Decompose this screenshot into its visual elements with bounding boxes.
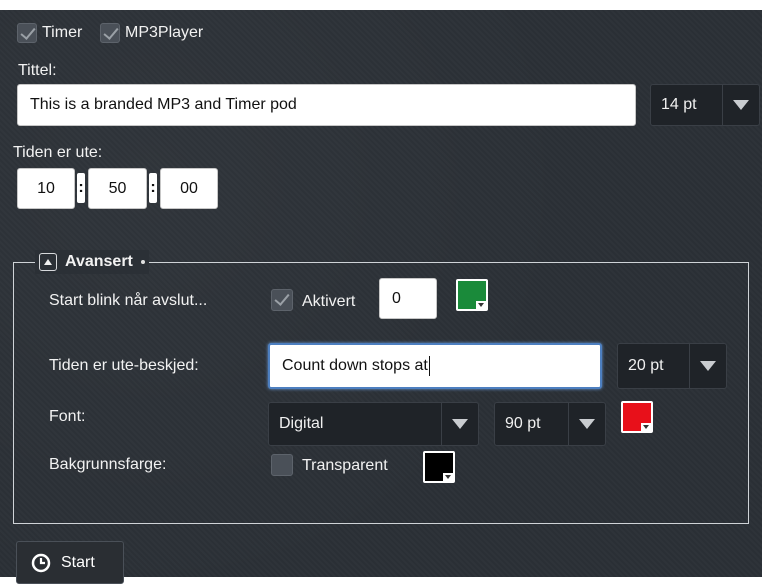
mp3player-label: MP3Player: [125, 24, 204, 41]
title-size-value: 14 pt: [661, 96, 697, 113]
time-label: Tiden er ute:: [13, 144, 103, 161]
clock-icon: [31, 553, 51, 572]
message-input[interactable]: Count down stops at: [268, 343, 602, 389]
title-label: Tittel:: [18, 62, 57, 79]
font-family-dropdown[interactable]: Digital: [268, 402, 479, 446]
timer-label: Timer: [42, 24, 83, 41]
blink-checkbox-label: Aktivert: [302, 293, 356, 310]
background-color-swatch[interactable]: [423, 451, 455, 483]
title-input-value: This is a branded MP3 and Timer pod: [30, 96, 297, 113]
start-button[interactable]: Start: [16, 541, 124, 584]
hours-field[interactable]: 10: [17, 168, 75, 209]
time-separator: :: [77, 173, 85, 203]
legend-dot: [140, 260, 145, 264]
message-size-dropdown[interactable]: 20 pt: [617, 343, 727, 389]
blink-count-value: 0: [392, 289, 401, 307]
message-size-value: 20 pt: [628, 357, 664, 374]
start-button-label: Start: [61, 553, 95, 571]
seconds-value: 00: [180, 179, 198, 197]
font-color-swatch[interactable]: [621, 401, 653, 433]
blink-label: Start blink når avslut...: [49, 292, 208, 309]
minutes-value: 50: [108, 179, 127, 197]
advanced-legend[interactable]: Avansert: [35, 250, 149, 274]
minutes-field[interactable]: 50: [88, 168, 147, 209]
advanced-title: Avansert: [65, 253, 133, 270]
separator-1: :: [78, 179, 84, 196]
dropdown-corner-icon: [443, 473, 453, 481]
title-input[interactable]: This is a branded MP3 and Timer pod: [17, 84, 636, 126]
dropdown-corner-icon: [476, 301, 486, 309]
font-size-dropdown[interactable]: 90 pt: [494, 402, 606, 446]
settings-panel: Timer MP3Player Tittel: This is a brande…: [0, 10, 762, 584]
seconds-field[interactable]: 00: [160, 168, 218, 209]
message-input-value: Count down stops at: [282, 357, 428, 374]
font-label: Font:: [49, 408, 86, 425]
time-separator: :: [149, 173, 157, 203]
background-label: Bakgrunnsfarge:: [49, 456, 167, 473]
chevron-down-icon: [441, 403, 478, 445]
chevron-down-icon: [568, 403, 605, 445]
blink-checkbox[interactable]: [271, 289, 293, 311]
blink-color-swatch[interactable]: [456, 279, 488, 311]
transparent-label: Transparent: [302, 457, 388, 474]
timer-checkbox[interactable]: [17, 23, 37, 43]
hours-value: 10: [37, 179, 55, 197]
chevron-down-icon: [689, 344, 726, 388]
transparent-checkbox[interactable]: [271, 454, 293, 476]
blink-count-field[interactable]: 0: [379, 278, 437, 319]
text-caret: [428, 356, 430, 376]
dropdown-corner-icon: [641, 423, 651, 431]
separator-2: :: [150, 179, 156, 196]
collapse-icon[interactable]: [39, 253, 57, 271]
message-label: Tiden er ute-beskjed:: [49, 357, 199, 374]
font-size-value: 90 pt: [505, 415, 541, 432]
mp3player-checkbox[interactable]: [100, 23, 120, 43]
chevron-down-icon: [722, 85, 759, 125]
title-size-dropdown[interactable]: 14 pt: [650, 84, 760, 126]
font-family-value: Digital: [279, 415, 324, 432]
